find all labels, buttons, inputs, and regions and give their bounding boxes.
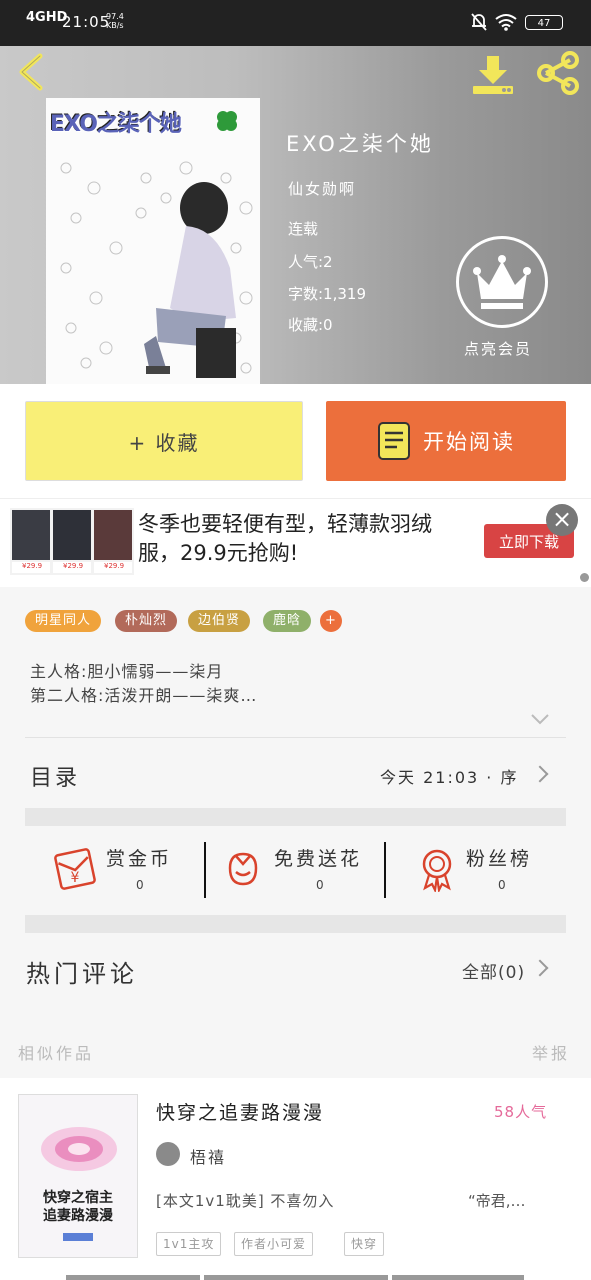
- add-tag-button[interactable]: +: [320, 610, 342, 632]
- flower-icon[interactable]: [220, 846, 266, 892]
- reward-coins-label[interactable]: 赏金币: [106, 844, 172, 871]
- report-link[interactable]: 举报: [532, 1040, 570, 1064]
- cover-title-line: 快穿之宿主: [43, 1190, 113, 1206]
- send-flower-value: 0: [316, 878, 324, 892]
- ad-close-button[interactable]: ×: [546, 504, 578, 536]
- fan-ranking-label[interactable]: 粉丝榜: [466, 844, 532, 871]
- hot-comments-title: 热门评论: [26, 960, 138, 988]
- start-reading-label: 开始阅读: [423, 430, 515, 454]
- status-time: 21:05: [62, 13, 111, 31]
- book-word-count: 字数:1,319: [288, 285, 366, 303]
- divider: [204, 842, 206, 898]
- book-icon: [378, 422, 410, 460]
- book-author[interactable]: 仙女勋啊: [288, 178, 356, 199]
- chevron-right-icon[interactable]: [531, 959, 549, 977]
- tag-chip[interactable]: 朴灿烈: [115, 610, 178, 632]
- send-flower-label[interactable]: 免费送花: [274, 844, 362, 871]
- network-speed-value: 97.4: [106, 12, 124, 21]
- divider: [25, 737, 566, 738]
- back-button[interactable]: [14, 52, 50, 92]
- ad-text[interactable]: 冬季也要轻便有型，轻薄款羽绒服，29.9元抢购!: [138, 510, 468, 568]
- recommendation-cover-title: 快穿之宿主 追妻路漫漫: [19, 1189, 137, 1225]
- all-comments-link[interactable]: 全部(0): [462, 958, 525, 983]
- toc-latest-chapter[interactable]: 今天 21:03 · 序: [380, 764, 518, 788]
- synopsis[interactable]: 主人格:胆小懦弱——柒月 第二人格:活泼开朗——柒爽…: [30, 660, 257, 708]
- toc-label[interactable]: 目录: [30, 760, 80, 792]
- scroll-indicator: [66, 1275, 200, 1280]
- cover-title: EXO之柒个她: [50, 112, 182, 137]
- favorite-button-label: + 收藏: [128, 430, 200, 455]
- network-speed: 97.4 KB/s: [106, 12, 124, 30]
- recommendation-description: [本文1v1耽美] 不喜勿入: [156, 1192, 335, 1210]
- tag-chip[interactable]: 明星同人: [25, 610, 102, 632]
- cover-title-line: 追妻路漫漫: [43, 1208, 113, 1224]
- battery-indicator: 47: [525, 15, 563, 30]
- recommendation-tag[interactable]: 1v1主攻: [156, 1232, 222, 1256]
- tag-chip[interactable]: 边伯贤: [188, 610, 251, 632]
- recommendation-popularity: 58人气: [494, 1103, 548, 1121]
- scroll-indicator: [392, 1275, 524, 1280]
- svg-text:¥: ¥: [71, 870, 80, 886]
- book-status: 连载: [288, 220, 319, 238]
- ad-price-3: ¥29.9: [104, 562, 125, 570]
- chevron-right-icon[interactable]: [531, 765, 549, 783]
- divider: [384, 842, 386, 898]
- vip-button[interactable]: [456, 236, 548, 328]
- status-bar: 4GHD 21:05 97.4 KB/s 47: [0, 0, 591, 46]
- swirl-illustration: [19, 1095, 137, 1257]
- section-divider: [25, 808, 566, 826]
- avatar: [156, 1142, 180, 1166]
- network-speed-unit: KB/s: [106, 21, 124, 30]
- reward-coins-value: 0: [136, 878, 144, 892]
- wifi-icon: [495, 14, 517, 31]
- share-button[interactable]: [534, 50, 582, 96]
- mute-bell-icon: [471, 13, 487, 31]
- recommendation-tag[interactable]: 作者小可爱: [234, 1232, 314, 1256]
- cover-illustration: [46, 98, 260, 384]
- synopsis-line: 主人格:胆小懦弱——柒月: [30, 662, 224, 681]
- book-title: EXO之柒个她: [286, 132, 434, 156]
- recommendation-tag[interactable]: 快穿: [344, 1232, 385, 1256]
- synopsis-line: 第二人格:活泼开朗——柒爽…: [30, 686, 258, 705]
- similar-works-label: 相似作品: [18, 1044, 95, 1063]
- recommendation-author[interactable]: 梧禧: [190, 1144, 226, 1168]
- chevron-down-icon[interactable]: [530, 712, 550, 726]
- book-cover[interactable]: EXO之柒个她: [46, 98, 260, 384]
- ad-price-1: ¥29.9: [22, 562, 43, 570]
- book-popularity: 人气:2: [288, 253, 333, 271]
- vip-label[interactable]: 点亮会员: [464, 338, 532, 359]
- tag-chip[interactable]: 鹿晗: [263, 610, 312, 632]
- medal-icon[interactable]: [414, 846, 460, 892]
- crown-icon: [473, 255, 531, 309]
- clover-icon: [217, 111, 237, 131]
- fan-ranking-value: 0: [498, 878, 506, 892]
- ad-info-icon[interactable]: [580, 573, 589, 582]
- favorite-button[interactable]: + 收藏: [25, 401, 303, 481]
- download-button[interactable]: [470, 52, 516, 96]
- recommendation-title[interactable]: 快穿之追妻路漫漫: [156, 1098, 324, 1125]
- book-favorites: 收藏:0: [288, 316, 333, 334]
- section-divider: [25, 915, 566, 933]
- red-envelope-icon[interactable]: ¥: [52, 846, 98, 892]
- recommendation-quote: “帝君,…: [468, 1192, 526, 1210]
- start-reading-button[interactable]: 开始阅读: [326, 401, 566, 481]
- ad-price-2: ¥29.9: [63, 562, 84, 570]
- scroll-indicator: [204, 1275, 388, 1280]
- recommendation-cover[interactable]: 快穿之宿主 追妻路漫漫: [18, 1094, 138, 1258]
